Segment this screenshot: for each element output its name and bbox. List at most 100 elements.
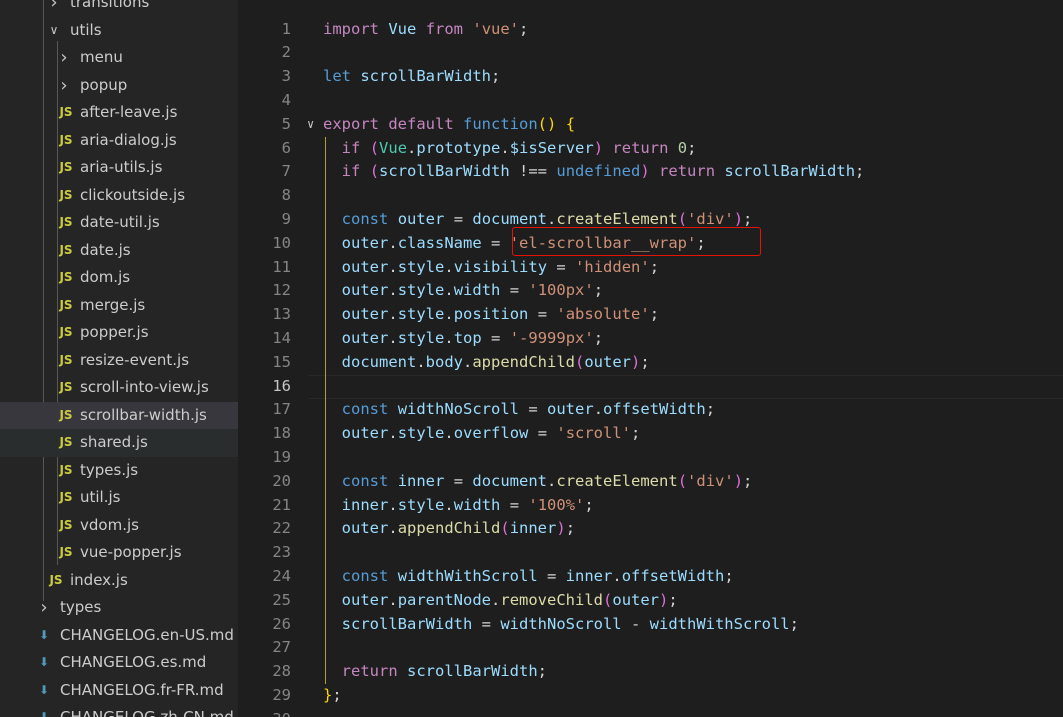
- javascript-file-icon: JS: [49, 572, 63, 587]
- code-token: =: [444, 471, 473, 490]
- code-line[interactable]: 19: [238, 446, 1063, 470]
- file-item[interactable]: JS resize-event.js: [0, 347, 238, 375]
- folder-item[interactable]: › popup: [0, 72, 238, 100]
- code-line[interactable]: 25 outer.parentNode.removeChild(outer);: [238, 589, 1063, 613]
- code-line[interactable]: 23: [238, 541, 1063, 565]
- line-number: 14: [272, 328, 291, 347]
- code-token: createElement: [556, 471, 678, 490]
- code-token: style: [397, 281, 445, 300]
- code-line[interactable]: 18 outer.style.overflow = 'scroll';: [238, 422, 1063, 446]
- code-token: .: [500, 138, 510, 157]
- code-token: createElement: [556, 209, 678, 228]
- code-token: .: [593, 400, 604, 419]
- file-item[interactable]: JS scrollbar-width.js: [0, 401, 238, 429]
- javascript-file-icon: JS: [59, 545, 73, 559]
- code-line[interactable]: 29};: [238, 684, 1063, 708]
- file-item[interactable]: JS vue-popper.js: [0, 539, 238, 567]
- code-line[interactable]: 27: [238, 636, 1063, 660]
- file-item[interactable]: JS date.js: [0, 237, 238, 265]
- file-item[interactable]: JS after-leave.js: [0, 99, 238, 127]
- code-line[interactable]: 28 return scrollBarWidth;: [238, 660, 1063, 684]
- file-item[interactable]: ⬇ CHANGELOG.fr-FR.md: [0, 677, 238, 705]
- code-line[interactable]: 20 const inner = document.createElement(…: [238, 470, 1063, 494]
- code-line[interactable]: 6 if (Vue.prototype.$isServer) return 0;: [238, 137, 1063, 161]
- folder-item[interactable]: › menu: [0, 44, 238, 72]
- code-line[interactable]: 7 if (scrollBarWidth !== undefined) retu…: [238, 160, 1063, 184]
- file-item[interactable]: JS dom.js: [0, 264, 238, 292]
- code-editor[interactable]: 1 import Vue from 'vue'; 2 3 let scrollBarWi…: [238, 0, 1063, 717]
- tree-item-label: date-util.js: [80, 213, 160, 231]
- code-token: outer: [341, 305, 389, 324]
- code-token: const: [341, 566, 389, 585]
- file-item[interactable]: JS shared.js: [0, 429, 238, 457]
- code-line[interactable]: 3 let scrollBarWidth;: [238, 65, 1063, 89]
- folder-item[interactable]: › types: [0, 594, 238, 622]
- code-token: document: [341, 352, 417, 371]
- code-token: .: [388, 328, 398, 347]
- code-token: ;: [649, 305, 660, 324]
- file-item[interactable]: ⬇ CHANGELOG.es.md: [0, 649, 238, 677]
- code-token: ;: [593, 328, 604, 347]
- code-token: ;: [565, 519, 576, 538]
- folder-item[interactable]: › transitions: [0, 0, 238, 17]
- code-token: '100%': [528, 495, 585, 514]
- code-line[interactable]: 15 document.body.appendChild(outer);: [238, 351, 1063, 375]
- code-token: '100px': [528, 281, 594, 300]
- file-item[interactable]: JS util.js: [0, 484, 238, 512]
- code-line[interactable]: 16: [238, 375, 1063, 399]
- chevron-right-icon: ›: [40, 597, 48, 618]
- code-token: 0: [677, 138, 688, 157]
- file-item[interactable]: JS types.js: [0, 457, 238, 485]
- code-token: 'hidden': [575, 257, 650, 276]
- code-line[interactable]: 14 outer.style.top = '-9999px';: [238, 327, 1063, 351]
- file-item[interactable]: JS index.js: [0, 567, 238, 595]
- code-token: scrollBarWidth: [724, 162, 856, 181]
- code-line[interactable]: 2: [238, 41, 1063, 65]
- file-item[interactable]: ⬇ CHANGELOG.en-US.md: [0, 622, 238, 650]
- code-text: outer.style.visibility = 'hidden';: [323, 256, 659, 280]
- code-token: .: [388, 590, 398, 609]
- file-item[interactable]: JS scroll-into-view.js: [0, 374, 238, 402]
- code-line[interactable]: 13 outer.style.position = 'absolute';: [238, 303, 1063, 327]
- line-number: 7: [281, 162, 291, 181]
- file-item[interactable]: JS popper.js: [0, 319, 238, 347]
- code-line[interactable]: 11 outer.style.visibility = 'hidden';: [238, 256, 1063, 280]
- code-line[interactable]: 24 const widthWithScroll = inner.offsetW…: [238, 565, 1063, 589]
- fold-chevron-icon[interactable]: ∨: [307, 113, 314, 137]
- code-token: $isServer: [509, 138, 594, 157]
- code-line[interactable]: 30: [238, 708, 1063, 717]
- code-token: top: [453, 328, 482, 347]
- tree-item-label: merge.js: [80, 295, 146, 314]
- code-line[interactable]: 4: [238, 89, 1063, 113]
- line-number: 6: [281, 138, 291, 157]
- markdown-icon: ⬇: [38, 627, 50, 642]
- code-token: undefined: [556, 162, 641, 181]
- folder-item[interactable]: ∨ utils: [0, 17, 238, 45]
- code-line[interactable]: 22 outer.appendChild(inner);: [238, 517, 1063, 541]
- file-item[interactable]: JS aria-utils.js: [0, 154, 238, 182]
- tree-item-label: index.js: [70, 570, 128, 589]
- code-line[interactable]: 21 inner.style.width = '100%';: [238, 494, 1063, 518]
- code-token: style: [397, 328, 445, 347]
- file-item[interactable]: ⬇ CHANGELOG.zh-CN.md: [0, 704, 238, 717]
- code-line[interactable]: 12 outer.style.width = '100px';: [238, 279, 1063, 303]
- file-item[interactable]: JS clickoutside.js: [0, 182, 238, 210]
- code-text: outer.parentNode.removeChild(outer);: [323, 589, 678, 613]
- code-line[interactable]: 1 import Vue from 'vue';: [238, 18, 1063, 42]
- tree-item-label: scroll-into-view.js: [80, 378, 209, 396]
- line-number: 26: [272, 614, 291, 633]
- file-item[interactable]: JS date-util.js: [0, 209, 238, 237]
- code-line[interactable]: 26 scrollBarWidth = widthNoScroll - widt…: [238, 613, 1063, 637]
- code-line[interactable]: 8: [238, 184, 1063, 208]
- file-item[interactable]: JS aria-dialog.js: [0, 127, 238, 155]
- file-item[interactable]: JS vdom.js: [0, 512, 238, 540]
- javascript-file-icon: JS: [59, 407, 73, 422]
- line-number: 12: [272, 281, 291, 300]
- line-number: 3: [281, 67, 291, 86]
- code-line[interactable]: 5 ∨ export default function() {: [238, 113, 1063, 137]
- file-item[interactable]: JS merge.js: [0, 292, 238, 320]
- code-line[interactable]: 17 const widthNoScroll = outer.offsetWid…: [238, 398, 1063, 422]
